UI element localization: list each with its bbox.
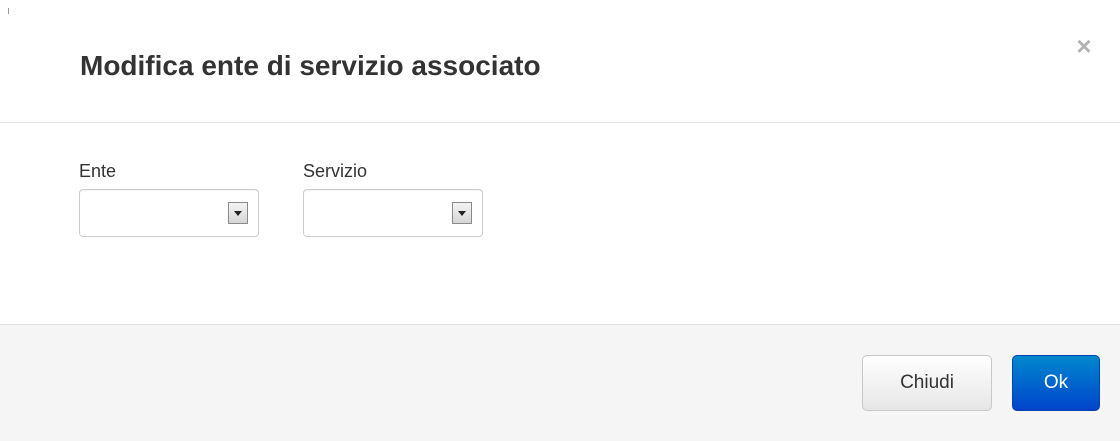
- close-icon[interactable]: ×: [1072, 33, 1096, 59]
- servizio-field: Servizio: [303, 159, 483, 237]
- modal-dialog: Modifica ente di servizio associato × En…: [0, 0, 1120, 441]
- ente-select[interactable]: [79, 189, 259, 237]
- servizio-label: Servizio: [303, 161, 368, 181]
- chevron-down-icon[interactable]: [452, 202, 472, 224]
- ente-field: Ente: [79, 159, 259, 237]
- modal-header: Modifica ente di servizio associato ×: [0, 0, 1120, 123]
- close-button[interactable]: Chiudi: [862, 355, 992, 411]
- modal-body: Ente Servizio: [0, 123, 1120, 324]
- modal-footer: Chiudi Ok: [0, 324, 1120, 441]
- ente-label: Ente: [79, 161, 117, 181]
- modal-title: Modifica ente di servizio associato: [80, 50, 541, 81]
- chevron-down-icon[interactable]: [228, 202, 248, 224]
- ok-button[interactable]: Ok: [1012, 355, 1100, 411]
- servizio-select[interactable]: [303, 189, 483, 237]
